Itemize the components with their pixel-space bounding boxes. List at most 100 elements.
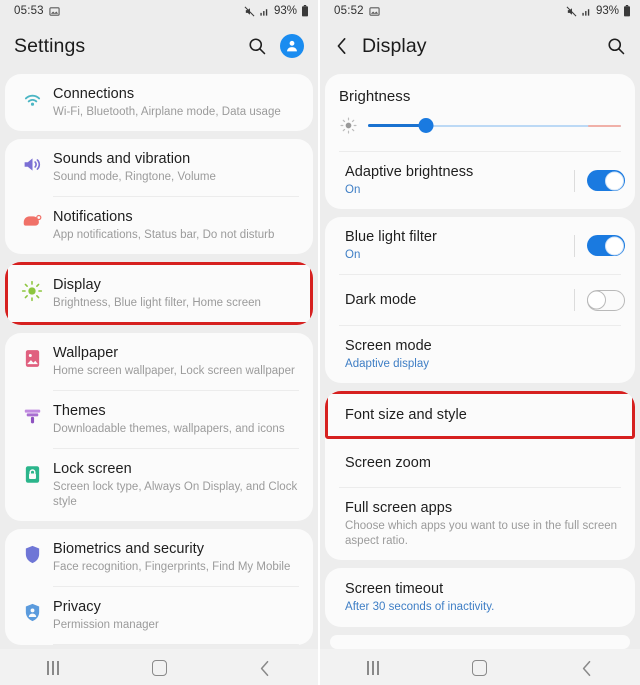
sidebar-item-connections[interactable]: Connections Wi-Fi, Bluetooth, Airplane m… [5, 74, 313, 131]
navigation-bar-right [320, 649, 640, 685]
setting-dark-mode[interactable]: Dark mode [325, 275, 635, 325]
themes-brush-icon [15, 402, 49, 427]
sidebar-item-display[interactable]: Display Brightness, Blue light filter, H… [5, 262, 313, 325]
search-icon[interactable] [606, 36, 626, 56]
wallpaper-icon [15, 344, 49, 369]
sidebar-item-notifications[interactable]: Notifications App notifications, Status … [5, 197, 313, 254]
dual-screenshot: 05:53 93% Settings Connections Wi-Fi, Bl… [0, 0, 640, 685]
recents-icon[interactable] [343, 661, 403, 675]
item-subtitle: Brightness, Blue light filter, Home scre… [53, 297, 261, 309]
setting-adaptive-brightness[interactable]: Adaptive brightness On [325, 152, 635, 209]
battery-percent: 93% [273, 5, 297, 17]
adaptive-brightness-toggle[interactable] [587, 170, 625, 191]
item-subtitle: Choose which apps you want to use in the… [345, 520, 618, 547]
sidebar-item-themes[interactable]: Themes Downloadable themes, wallpapers, … [5, 391, 313, 448]
back-icon[interactable] [235, 660, 295, 677]
toggle-separator [574, 289, 575, 311]
item-subtitle: Downloadable themes, wallpapers, and ico… [53, 423, 285, 435]
page-title: Display [362, 34, 427, 57]
item-title: Font size and style [345, 407, 467, 423]
battery-icon [624, 5, 630, 17]
shield-icon [15, 540, 49, 565]
item-title: Dark mode [345, 291, 417, 308]
setting-full-screen-apps[interactable]: Full screen apps Choose which apps you w… [325, 488, 635, 560]
item-title: Wallpaper [53, 345, 119, 361]
battery-icon [302, 5, 308, 17]
person-icon [287, 40, 297, 52]
notification-icon [15, 208, 49, 233]
toggle-separator [574, 169, 575, 192]
right-phone-display: 05:52 93% Display Brightness Adaptive br… [320, 0, 640, 685]
setting-screen-mode[interactable]: Screen mode Adaptive display [325, 326, 635, 383]
divider [53, 644, 299, 645]
mute-icon [566, 6, 577, 16]
slider-track-hot-zone [588, 124, 621, 127]
status-time: 05:53 [14, 5, 44, 17]
setting-screen-zoom[interactable]: Screen zoom [325, 440, 635, 487]
item-title: Connections [53, 86, 135, 102]
item-title: Biometrics and security [53, 541, 205, 557]
search-icon[interactable] [247, 36, 267, 56]
item-subtitle: Home screen wallpaper, Lock screen wallp… [53, 365, 295, 377]
app-bar-left: Settings [0, 22, 318, 70]
item-title: Notifications [53, 209, 133, 225]
blue-light-filter-toggle[interactable] [587, 235, 625, 256]
sidebar-item-biometrics-and-security[interactable]: Biometrics and security Face recognition… [5, 529, 313, 586]
signal-icon [260, 8, 268, 16]
status-time: 05:52 [334, 5, 364, 17]
sidebar-item-wallpaper[interactable]: Wallpaper Home screen wallpaper, Lock sc… [5, 333, 313, 390]
display-settings-list[interactable]: Brightness Adaptive brightness On Blue l… [320, 70, 640, 649]
item-subtitle: Permission manager [53, 619, 159, 631]
navigation-bar-left [0, 649, 318, 685]
item-subtitle: App notifications, Status bar, Do not di… [53, 229, 275, 241]
shield-person-icon [15, 598, 49, 623]
brightness-header: Brightness [325, 74, 635, 108]
slider-thumb[interactable] [418, 118, 434, 133]
next-card-peek [330, 635, 630, 649]
item-subtitle: Face recognition, Fingerprints, Find My … [53, 561, 291, 573]
lock-icon [15, 460, 49, 485]
item-title: Lock screen [53, 461, 132, 477]
item-subtitle: Wi-Fi, Bluetooth, Airplane mode, Data us… [53, 106, 281, 118]
home-icon[interactable] [450, 660, 510, 676]
item-title: Screen timeout [345, 581, 444, 597]
sidebar-item-sounds-and-vibration[interactable]: Sounds and vibration Sound mode, Rington… [5, 139, 313, 196]
item-title: Sounds and vibration [53, 151, 191, 167]
setting-blue-light-filter[interactable]: Blue light filter On [325, 217, 635, 274]
setting-screen-timeout[interactable]: Screen timeout After 30 seconds of inact… [325, 568, 635, 627]
item-title: Blue light filter [345, 229, 437, 245]
item-title: Privacy [53, 599, 101, 615]
dark-mode-toggle[interactable] [587, 289, 625, 311]
brightness-slider-row[interactable] [325, 108, 635, 151]
recents-icon[interactable] [23, 661, 83, 675]
item-subtitle: Sound mode, Ringtone, Volume [53, 171, 216, 183]
page-title: Settings [14, 34, 86, 57]
settings-list[interactable]: Connections Wi-Fi, Bluetooth, Airplane m… [0, 70, 318, 649]
slider-fill [368, 124, 427, 127]
toggle-separator [574, 234, 575, 257]
home-icon[interactable] [129, 660, 189, 676]
battery-percent: 93% [595, 5, 619, 17]
item-title: Full screen apps [345, 500, 453, 516]
sidebar-item-lock-screen[interactable]: Lock screen Screen lock type, Always On … [5, 449, 313, 521]
brightness-low-icon [340, 117, 357, 134]
back-chevron-icon[interactable] [334, 37, 350, 55]
image-icon [369, 6, 380, 16]
mute-icon [244, 6, 255, 16]
settings-group-personalization: Wallpaper Home screen wallpaper, Lock sc… [5, 333, 313, 521]
sidebar-item-privacy[interactable]: Privacy Permission manager [5, 587, 313, 644]
brightness-sun-icon [15, 276, 49, 302]
item-title: Screen zoom [345, 455, 431, 471]
volume-icon [15, 150, 49, 175]
back-icon[interactable] [557, 660, 617, 677]
wifi-icon [15, 85, 49, 110]
brightness-slider[interactable] [368, 118, 621, 134]
settings-group-sound-notify: Sounds and vibration Sound mode, Rington… [5, 139, 313, 254]
item-title: Adaptive brightness [345, 164, 474, 180]
item-subtitle: Adaptive display [345, 358, 430, 370]
setting-font-size-and-style[interactable]: Font size and style [325, 391, 635, 440]
account-avatar[interactable] [280, 34, 304, 58]
settings-group-display: Display Brightness, Blue light filter, H… [5, 262, 313, 325]
screen-timeout-card: Screen timeout After 30 seconds of inact… [325, 568, 635, 627]
item-title: Screen mode [345, 338, 432, 354]
